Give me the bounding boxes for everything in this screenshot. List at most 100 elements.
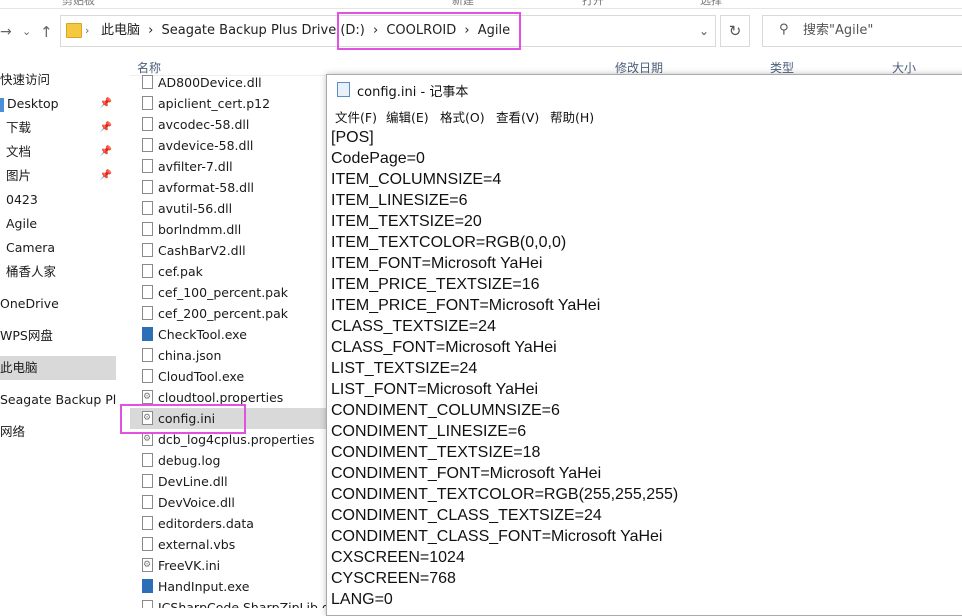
- nav-item[interactable]: OneDrive: [0, 292, 116, 316]
- file-row[interactable]: external.vbs: [130, 534, 330, 555]
- file-row[interactable]: debug.log: [130, 450, 330, 471]
- search-input[interactable]: ⚲ 搜索"Agile": [762, 15, 962, 47]
- file-icon: [142, 264, 153, 278]
- text-line: ITEM_PRICE_FONT=Microsoft YaHei: [331, 297, 601, 314]
- file-icon: [142, 96, 153, 110]
- file-row[interactable]: cef_100_percent.pak: [130, 282, 330, 303]
- file-row[interactable]: CloudTool.exe: [130, 366, 330, 387]
- file-name: avdevice-58.dll: [158, 138, 254, 153]
- nav-item[interactable]: Camera: [0, 236, 116, 260]
- file-row[interactable]: avcodec-58.dll: [130, 114, 330, 135]
- file-icon: [142, 138, 153, 152]
- text-line: ITEM_PRICE_TEXTSIZE=16: [331, 276, 540, 293]
- text-line: CLASS_FONT=Microsoft YaHei: [331, 339, 557, 356]
- chevron-right-icon[interactable]: ›: [148, 23, 153, 38]
- breadcrumb-this-pc[interactable]: 此电脑: [101, 23, 140, 38]
- ribbon-label: 打开: [582, 0, 604, 7]
- file-list: AD800Device.dll apiclient_cert.p12avcodec…: [130, 75, 330, 608]
- file-row[interactable]: cef.pak: [130, 261, 330, 282]
- menu-format[interactable]: 格式(O): [440, 107, 485, 126]
- file-name: CheckTool.exe: [158, 327, 247, 342]
- nav-item[interactable]: 桶香人家: [0, 260, 116, 284]
- text-line: ITEM_FONT=Microsoft YaHei: [331, 255, 543, 272]
- nav-item[interactable]: 此电脑: [0, 356, 116, 380]
- file-name: avfilter-7.dll: [158, 159, 233, 174]
- file-name: cef_200_percent.pak: [158, 306, 289, 321]
- file-row[interactable]: apiclient_cert.p12: [130, 93, 330, 114]
- pin-icon: 📌: [99, 122, 112, 133]
- nav-item[interactable]: Seagate Backup Plus: [0, 388, 116, 412]
- menu-view[interactable]: 查看(V): [496, 107, 539, 126]
- breadcrumb-drive[interactable]: Seagate Backup Plus Drive (D:): [162, 23, 365, 38]
- file-name: borlndmm.dll: [158, 222, 242, 237]
- file-row[interactable]: cef_200_percent.pak: [130, 303, 330, 324]
- file-icon: [142, 243, 153, 257]
- notepad-titlebar[interactable]: config.ini - 记事本: [327, 75, 962, 103]
- file-icon: [142, 579, 153, 593]
- file-name: external.vbs: [158, 537, 236, 552]
- column-name[interactable]: 名称: [137, 59, 161, 76]
- file-icon: [142, 453, 153, 467]
- nav-item[interactable]: 网络: [0, 420, 116, 444]
- nav-item[interactable]: 0423: [0, 188, 116, 212]
- up-arrow-icon[interactable]: ↑: [40, 22, 53, 42]
- nav-item[interactable]: 文档 📌: [0, 140, 116, 164]
- ribbon-label: 剪贴板: [62, 0, 95, 7]
- menu-help[interactable]: 帮助(H): [550, 107, 594, 126]
- nav-item[interactable]: 快速访问: [0, 68, 116, 92]
- nav-item-label: 文档: [6, 144, 32, 159]
- file-row[interactable]: avformat-58.dll: [130, 177, 330, 198]
- nav-item-label: 桶香人家: [6, 264, 57, 279]
- nav-item[interactable]: 图片 📌: [0, 164, 116, 188]
- recent-dropdown-icon[interactable]: ⌄: [22, 22, 31, 42]
- chevron-down-icon[interactable]: ⌄: [699, 16, 709, 46]
- file-row[interactable]: avdevice-58.dll: [130, 135, 330, 156]
- file-row[interactable]: CashBarV2.dll: [130, 240, 330, 261]
- file-icon: [142, 537, 153, 551]
- file-row[interactable]: china.json: [130, 345, 330, 366]
- window-title: config.ini - 记事本: [357, 85, 469, 100]
- file-icon: [142, 555, 153, 576]
- notepad-window[interactable]: config.ini - 记事本 文件(F) 编辑(E) 格式(O) 查看(V)…: [326, 74, 962, 616]
- nav-item[interactable]: WPS网盘: [0, 324, 116, 348]
- file-row[interactable]: HandInput.exe: [130, 576, 330, 597]
- refresh-button[interactable]: ↻: [720, 15, 750, 47]
- text-line: ITEM_TEXTCOLOR=RGB(0,0,0): [331, 234, 567, 251]
- text-line: CYSCREEN=768: [331, 570, 456, 587]
- file-icon: [142, 180, 153, 194]
- file-name: DevLine.dll: [158, 474, 228, 489]
- file-row[interactable]: borlndmm.dll: [130, 219, 330, 240]
- file-row[interactable]: editorders.data: [130, 513, 330, 534]
- file-name: debug.log: [158, 453, 221, 468]
- file-row[interactable]: avfilter-7.dll: [130, 156, 330, 177]
- file-row[interactable]: FreeVK.ini: [130, 555, 330, 576]
- file-name: HandInput.exe: [158, 579, 250, 594]
- nav-item[interactable]: Agile: [0, 212, 116, 236]
- file-row[interactable]: DevVoice.dll: [130, 492, 330, 513]
- nav-item[interactable]: 下载 📌: [0, 116, 116, 140]
- text-editor[interactable]: [POS] CodePage=0 ITEM_COLUMNSIZE=4 ITEM_LIN…: [331, 127, 951, 610]
- desktop-icon: [0, 97, 4, 112]
- text-line: CONDIMENT_CLASS_FONT=Microsoft YaHei: [331, 528, 663, 545]
- file-row[interactable]: AD800Device.dll: [130, 75, 330, 93]
- file-icon: [142, 306, 153, 320]
- pin-icon: 📌: [99, 98, 112, 109]
- text-line: CONDIMENT_COLUMNSIZE=6: [331, 402, 560, 419]
- file-icon: [142, 369, 153, 383]
- text-line: LIST_FONT=Microsoft YaHei: [331, 381, 539, 398]
- file-row[interactable]: DevLine.dll: [130, 471, 330, 492]
- path-highlight-box: [337, 12, 521, 50]
- file-row[interactable]: ICSharpCode.SharpZipLib.dll: [130, 597, 330, 608]
- file-name: AD800Device.dll: [158, 75, 262, 90]
- text-line: CONDIMENT_TEXTCOLOR=RGB(255,255,255): [331, 486, 679, 503]
- nav-item[interactable]: Desktop 📌: [0, 92, 116, 116]
- menu-edit[interactable]: 编辑(E): [386, 107, 429, 126]
- nav-item-label: Agile: [6, 216, 38, 231]
- forward-arrow-icon[interactable]: →: [0, 22, 12, 42]
- menu-file[interactable]: 文件(F): [335, 107, 377, 126]
- file-name: DevVoice.dll: [158, 495, 235, 510]
- file-row[interactable]: avutil-56.dll: [130, 198, 330, 219]
- file-row[interactable]: CheckTool.exe: [130, 324, 330, 345]
- notepad-icon: [337, 82, 350, 97]
- file-name: avcodec-58.dll: [158, 117, 250, 132]
